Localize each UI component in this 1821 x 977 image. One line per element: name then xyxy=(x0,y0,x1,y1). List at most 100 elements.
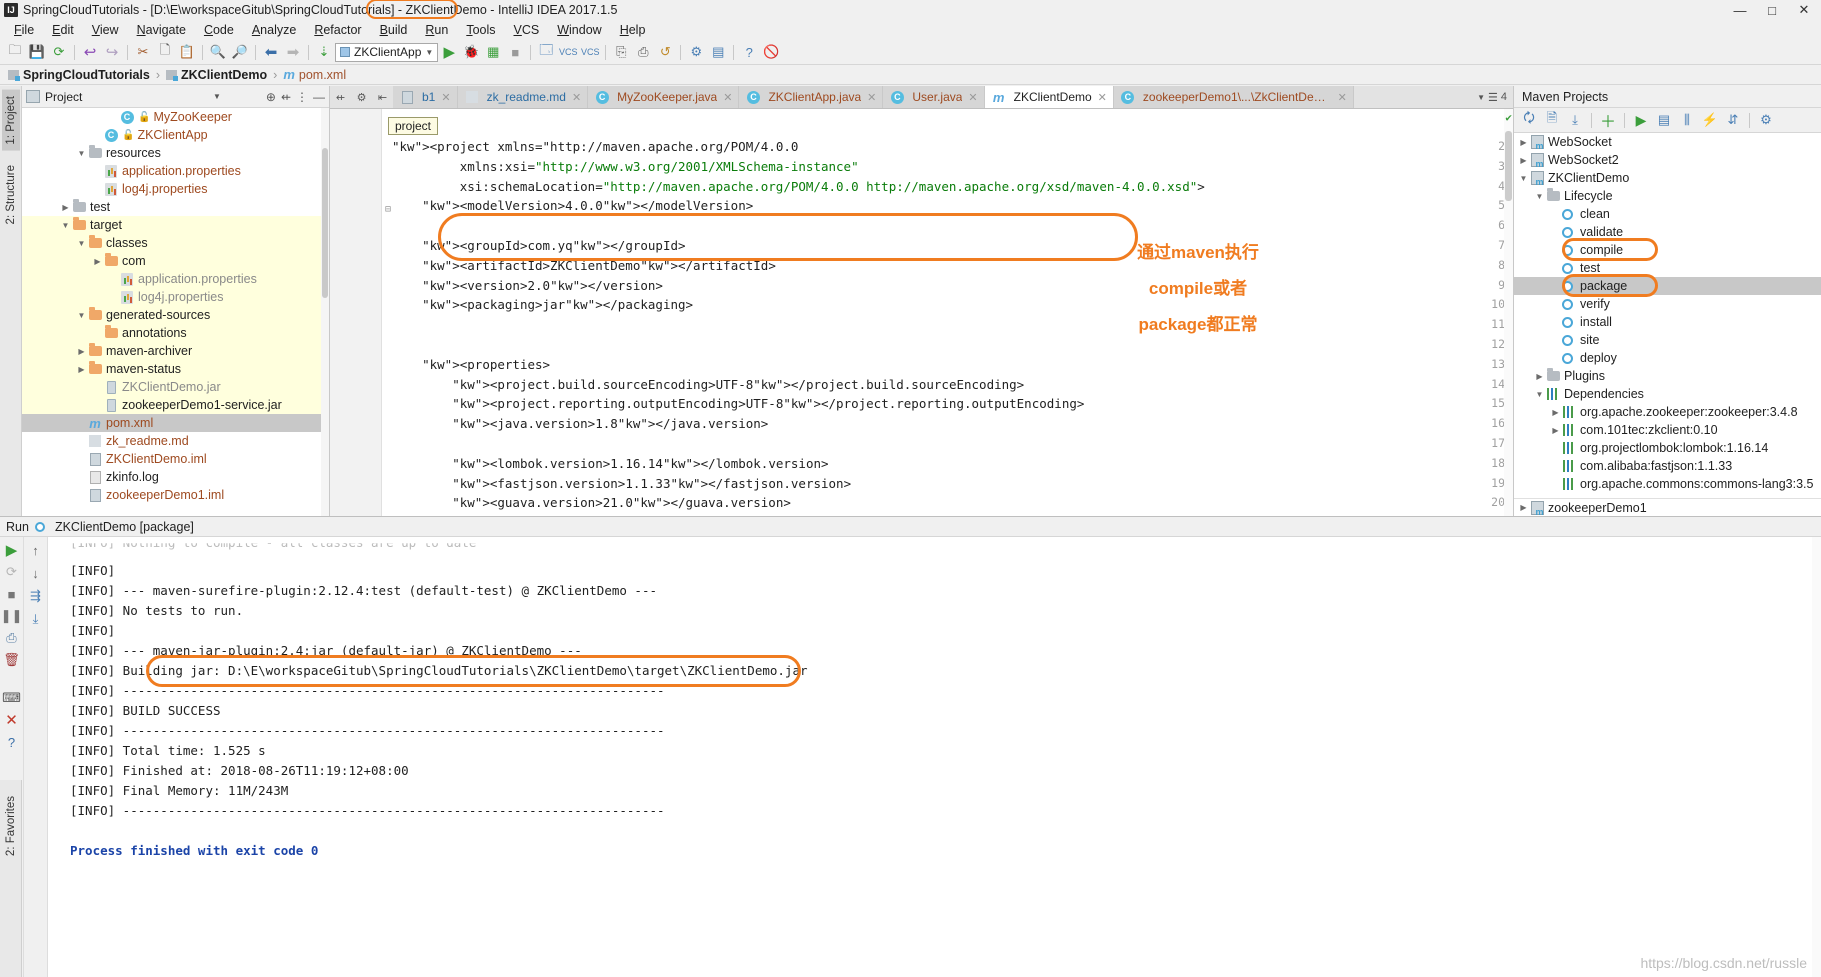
rail-tab-favorites[interactable]: 2: Favorites xyxy=(2,790,20,862)
close-icon[interactable]: ✕ xyxy=(441,91,450,104)
chevron-down-icon[interactable]: ▼ xyxy=(1534,390,1545,399)
pause-icon[interactable]: ❚❚ xyxy=(1,606,23,626)
project-tree-row[interactable]: zk_readme.md xyxy=(22,432,329,450)
project-tree-row[interactable]: log4j.properties xyxy=(22,288,329,306)
editor-tab-3[interactable]: C ZKClientApp.java ✕ xyxy=(739,86,884,108)
chevron-down-icon[interactable]: ▼ xyxy=(76,149,87,158)
add-icon[interactable]: ＋ xyxy=(1597,110,1619,131)
cut-icon[interactable]: ✂ xyxy=(132,42,154,63)
stop-icon[interactable]: ■ xyxy=(2,584,22,604)
hide-icon[interactable]: — xyxy=(313,90,325,104)
find-icon[interactable]: 🔍 xyxy=(207,42,229,63)
chevron-right-icon[interactable]: ▶ xyxy=(1550,408,1561,417)
tab-settings-icon[interactable]: ⚙ xyxy=(351,86,372,108)
paste-icon[interactable]: 📋 xyxy=(176,42,198,63)
project-tree-row[interactable]: annotations xyxy=(22,324,329,342)
sync-icon[interactable]: ⟳ xyxy=(48,42,70,63)
toggle-offline-icon[interactable]: ⚡ xyxy=(1699,110,1721,131)
maven-tree-row[interactable]: package xyxy=(1514,277,1821,295)
menu-item-analyze[interactable]: Analyze xyxy=(243,22,305,38)
chevron-down-icon[interactable]: ▼ xyxy=(60,221,71,230)
chevron-down-icon[interactable]: ▼ xyxy=(76,239,87,248)
help-icon[interactable]: ? xyxy=(738,42,760,63)
project-tree-row[interactable]: application.properties xyxy=(22,162,329,180)
rerun-icon[interactable]: ▶ xyxy=(2,540,22,560)
chevron-down-icon[interactable]: ▼ xyxy=(213,92,221,101)
chevron-right-icon[interactable]: ▶ xyxy=(1534,372,1545,381)
trash-icon[interactable]: 🗑 xyxy=(2,650,22,670)
breadcrumb-item-1[interactable]: ZKClientDemo xyxy=(163,68,270,82)
menu-item-help[interactable]: Help xyxy=(611,22,655,38)
chevron-down-icon[interactable]: ▼ xyxy=(425,48,433,57)
no-icon[interactable]: 🚫 xyxy=(760,42,782,63)
maven-tree-row[interactable]: ▶ com.101tec:zkclient:0.10 xyxy=(1514,421,1821,439)
project-tree-row[interactable]: ZKClientDemo.iml xyxy=(22,450,329,468)
close-icon[interactable]: ✕ xyxy=(1338,91,1347,104)
chevron-down-icon[interactable]: ▼ xyxy=(1477,93,1485,102)
chevron-right-icon[interactable]: ▶ xyxy=(92,257,103,266)
maven-tree-row[interactable]: ▶ org.apache.zookeeper:zookeeper:3.4.8 xyxy=(1514,403,1821,421)
maven-tree-row[interactable]: test xyxy=(1514,259,1821,277)
project-tree-row[interactable]: C 🔓 ZKClientApp xyxy=(22,126,329,144)
editor-gutter[interactable] xyxy=(330,109,382,516)
maven-tree-row[interactable]: com.alibaba:fastjson:1.1.33 xyxy=(1514,457,1821,475)
chevron-down-icon[interactable]: ▼ xyxy=(1534,192,1545,201)
close-button[interactable]: ✕ xyxy=(1789,0,1819,20)
scroll-down-icon[interactable]: ↓ xyxy=(26,563,46,583)
project-tree-row[interactable]: ▶ com xyxy=(22,252,329,270)
vcs-commit-icon[interactable]: VCS xyxy=(579,42,601,63)
menu-item-view[interactable]: View xyxy=(83,22,128,38)
project-tree-row[interactable]: application.properties xyxy=(22,270,329,288)
chevron-down-icon[interactable]: ▼ xyxy=(76,311,87,320)
maven-tree[interactable]: ▶WebSocket▶WebSocket2▼ZKClientDemo▼Lifec… xyxy=(1514,133,1821,516)
editor-tab-4[interactable]: C User.java ✕ xyxy=(883,86,985,108)
debug-icon[interactable]: 🐞 xyxy=(460,42,482,63)
project-tree-row[interactable]: ▼ resources xyxy=(22,144,329,162)
breadcrumb-item-2[interactable]: m pom.xml xyxy=(280,67,349,82)
project-tree-row[interactable]: ▼ generated-sources xyxy=(22,306,329,324)
run-maven-build-icon[interactable]: ▶ xyxy=(1630,110,1652,131)
keyboard-icon[interactable]: ⌨ xyxy=(2,688,22,708)
maven-tree-row[interactable]: install xyxy=(1514,313,1821,331)
project-tree-row[interactable]: C 🔓 MyZooKeeper xyxy=(22,108,329,126)
editor-tab-5[interactable]: m ZKClientDemo ✕ xyxy=(984,86,1114,108)
replace-icon[interactable]: 🔎 xyxy=(229,42,251,63)
maven-tree-row[interactable]: ▼ Dependencies xyxy=(1514,385,1821,403)
run-coverage-icon[interactable]: ▦ xyxy=(482,42,504,63)
close-icon[interactable]: ✕ xyxy=(572,91,581,104)
soft-wrap-icon[interactable]: ⇶ xyxy=(26,586,46,606)
run-configuration-selector[interactable]: ZKClientApp ▼ xyxy=(335,42,439,62)
chevron-right-icon[interactable]: ▶ xyxy=(76,365,87,374)
generate-sources-icon[interactable]: 🗎 xyxy=(1541,110,1563,131)
chevron-right-icon[interactable]: ▶ xyxy=(60,203,71,212)
menu-item-vcs[interactable]: VCS xyxy=(505,22,549,38)
vcs-update-icon[interactable]: VCS xyxy=(557,42,579,63)
minimize-button[interactable]: — xyxy=(1725,0,1755,20)
menu-item-navigate[interactable]: Navigate xyxy=(128,22,195,38)
fold-marker-icon[interactable]: ⊟ xyxy=(385,204,391,215)
download-sources-icon[interactable]: ⤓ xyxy=(1564,110,1586,131)
project-scrollbar[interactable] xyxy=(321,108,329,516)
undo-icon[interactable]: ↩ xyxy=(79,42,101,63)
menu-item-window[interactable]: Window xyxy=(548,22,610,38)
editor-tab-0[interactable]: b1 ✕ xyxy=(393,86,458,108)
editor-tab-6[interactable]: CzookeeperDemo1\...\ZkClientDemo.java ✕ xyxy=(1113,86,1354,108)
tab-overflow[interactable]: ▼ ☰ 4 xyxy=(1471,86,1513,108)
chevron-right-icon[interactable]: ▶ xyxy=(1518,138,1529,147)
project-tree-row[interactable]: ▶ maven-archiver xyxy=(22,342,329,360)
maven-tree-row[interactable]: ▶ WebSocket xyxy=(1514,133,1821,151)
resume-icon[interactable]: ⟳ xyxy=(2,562,22,582)
project-tree-row[interactable]: ZKClientDemo.jar xyxy=(22,378,329,396)
maven-tree-row[interactable]: deploy xyxy=(1514,349,1821,367)
stop-icon[interactable]: ■ xyxy=(504,42,526,63)
chevron-down-icon[interactable]: ▼ xyxy=(1518,174,1529,183)
maven-tree-row[interactable]: org.projectlombok:lombok:1.16.14 xyxy=(1514,439,1821,457)
back-icon[interactable]: ⬅ xyxy=(260,42,282,63)
collapse-all-icon[interactable]: ⇷ xyxy=(281,90,291,104)
close-icon[interactable]: ✕ xyxy=(867,91,876,104)
project-tree-row[interactable]: zkinfo.log xyxy=(22,468,329,486)
collapse-all-icon[interactable]: ⇵ xyxy=(1722,110,1744,131)
editor-tab-1[interactable]: zk_readme.md ✕ xyxy=(457,86,589,108)
chevron-right-icon[interactable]: ▶ xyxy=(76,347,87,356)
maven-tree-row[interactable]: ▶ WebSocket2 xyxy=(1514,151,1821,169)
